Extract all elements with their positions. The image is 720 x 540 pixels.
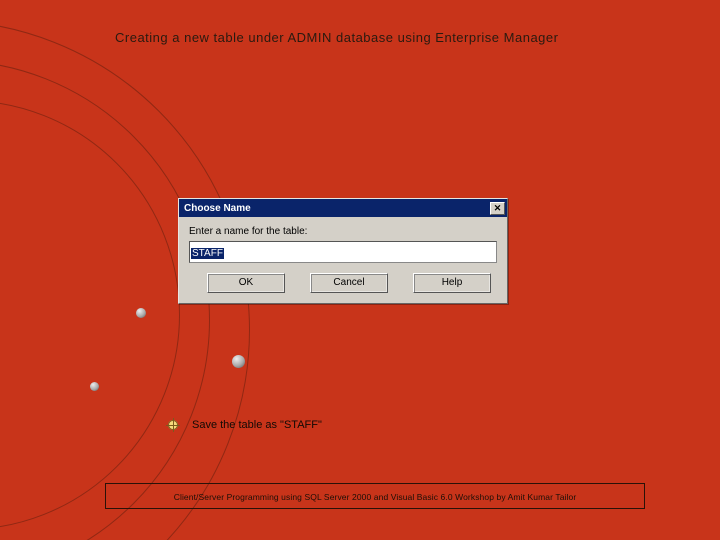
orbit-dot-icon [136,308,146,318]
compass-bullet-icon [168,420,178,430]
orbit-ring-3 [0,100,180,530]
dialog-prompt: Enter a name for the table: [189,226,497,237]
choose-name-dialog: Choose Name ✕ Enter a name for the table… [178,198,508,304]
dialog-body: Enter a name for the table: STAFF OK Can… [179,217,507,303]
bullet-text: Save the table as "STAFF" [192,419,322,431]
orbit-dot-icon [90,382,99,391]
cancel-button[interactable]: Cancel [310,273,388,293]
dialog-button-row: OK Cancel Help [189,273,497,293]
dialog-titlebar[interactable]: Choose Name ✕ [179,199,507,217]
close-icon[interactable]: ✕ [490,202,505,215]
ok-button[interactable]: OK [207,273,285,293]
footer-bar: Client/Server Programming using SQL Serv… [105,483,645,509]
table-name-input[interactable]: STAFF [191,248,224,259]
footer-text: Client/Server Programming using SQL Serv… [174,492,577,502]
slide-title: Creating a new table under ADMIN databas… [115,30,558,45]
orbit-dot-icon [232,355,245,368]
dialog-title: Choose Name [181,203,251,214]
table-name-input-wrap[interactable]: STAFF [189,241,497,263]
help-button[interactable]: Help [413,273,491,293]
bullet-line: Save the table as "STAFF" [168,419,322,431]
